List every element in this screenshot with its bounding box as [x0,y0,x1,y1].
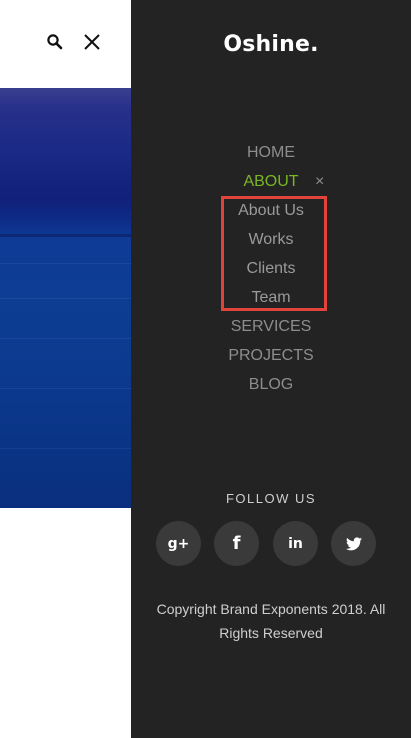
menu-item-label: ABOUT [243,173,299,190]
copyright-text: Copyright Brand Exponents 2018. All Righ… [156,601,386,641]
facebook-icon[interactable]: f [214,521,259,566]
search-icon[interactable] [43,30,67,54]
logo[interactable]: Oshine. [131,32,411,57]
menu-item-home[interactable]: HOME [131,138,411,167]
top-bar [0,0,131,88]
twitter-bird-icon [345,536,362,550]
google-plus-icon[interactable]: g+ [156,521,201,566]
hero-image [0,88,131,508]
menu-item-services[interactable]: SERVICES [131,312,411,341]
menu-item-about[interactable]: ABOUT × [131,167,411,196]
submenu-collapse-icon[interactable]: × [315,167,324,196]
submenu-item-about-us[interactable]: About Us [131,196,411,225]
submenu-item-clients[interactable]: Clients [131,254,411,283]
close-icon[interactable] [80,30,104,54]
water-ripple [0,448,131,449]
page-content [0,0,131,738]
water-ripple [0,338,131,339]
social-links: g+ f in [156,521,386,566]
submenu-item-works[interactable]: Works [131,225,411,254]
horizon-line [0,234,131,237]
water-ripple [0,388,131,389]
submenu-item-team[interactable]: Team [131,283,411,312]
menu-item-blog[interactable]: BLOG [131,370,411,399]
twitter-icon[interactable] [331,521,376,566]
follow-us-label: FOLLOW US [225,491,317,506]
water-ripple [0,263,131,264]
side-drawer: Oshine. HOME ABOUT × About Us Works Clie… [131,0,411,738]
water-ripple [0,298,131,299]
drawer-menu: HOME ABOUT × About Us Works Clients Team… [131,138,411,399]
linkedin-icon[interactable]: in [273,521,318,566]
menu-item-projects[interactable]: PROJECTS [131,341,411,370]
